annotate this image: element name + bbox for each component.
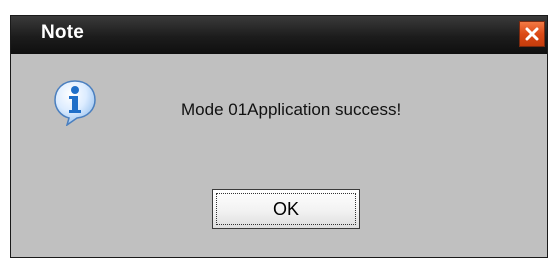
- dialog-titlebar[interactable]: Note: [11, 16, 547, 54]
- dialog-message: Mode 01Application success!: [181, 100, 402, 119]
- dialog-title: Note: [41, 22, 85, 43]
- ok-button[interactable]: OK: [212, 189, 360, 229]
- info-icon: [54, 80, 96, 126]
- close-button[interactable]: [519, 21, 545, 47]
- close-icon: [525, 27, 539, 41]
- ok-button-label: OK: [272, 198, 299, 219]
- note-dialog: Note Mode 01Application success! OK: [10, 15, 548, 258]
